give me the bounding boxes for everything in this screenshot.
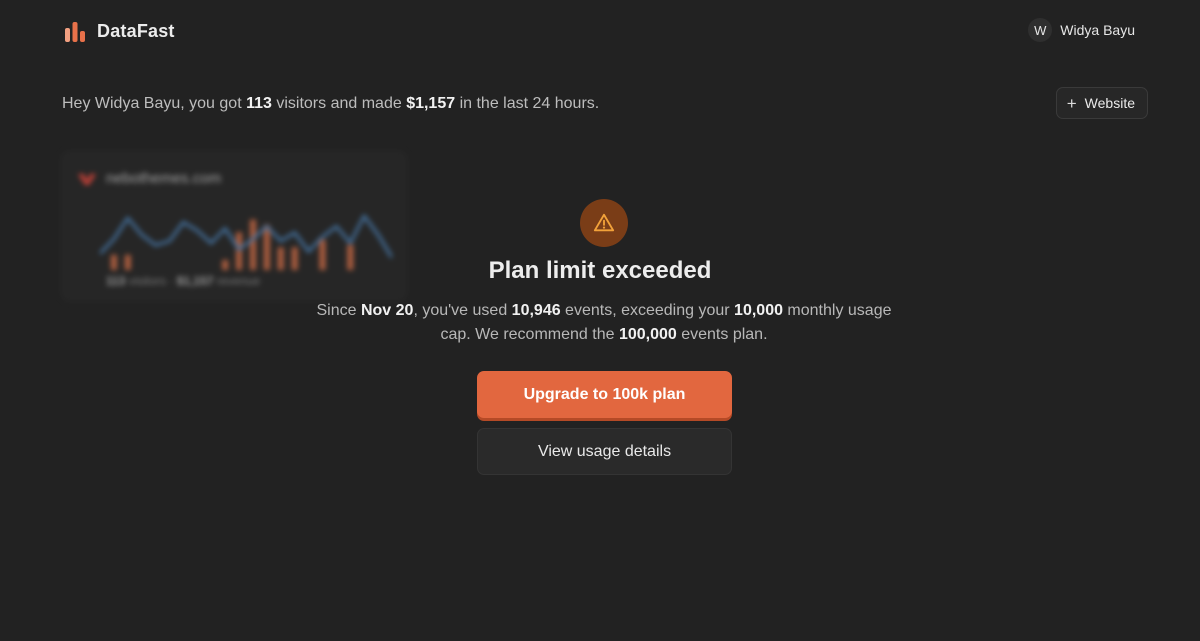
add-website-label: Website	[1084, 95, 1135, 111]
desc-text: events plan.	[676, 326, 768, 343]
desc-text: events, exceeding your	[560, 302, 735, 319]
website-card-header: nebothemes.com	[77, 170, 221, 187]
desc-text: , you've used	[413, 302, 512, 319]
user-menu[interactable]: W Widya Bayu	[1028, 18, 1135, 42]
desc-date: Nov 20	[360, 302, 414, 319]
desc-text: Since	[316, 302, 361, 319]
greeting: Hey Widya Bayu, you got 113 visitors and…	[62, 95, 599, 113]
upgrade-plan-button[interactable]: Upgrade to 100k plan	[477, 371, 732, 418]
user-name: Widya Bayu	[1060, 22, 1135, 38]
desc-events-used: 10,946	[511, 302, 561, 319]
brand-name: DataFast	[97, 20, 175, 41]
avatar: W	[1028, 18, 1053, 42]
warning-badge	[580, 199, 628, 247]
bar-chart-logo-icon	[65, 22, 85, 42]
greeting-middle: visitors and made	[271, 95, 407, 112]
greeting-suffix: in the last 24 hours.	[455, 95, 600, 112]
site-favicon-icon	[78, 173, 96, 185]
revenue-amount: $1,157	[406, 95, 456, 112]
brand[interactable]: DataFast	[63, 19, 175, 43]
add-website-button[interactable]: + Website	[1055, 87, 1148, 119]
plus-icon: +	[1066, 93, 1077, 113]
warning-triangle-icon	[593, 213, 615, 232]
view-usage-details-button[interactable]: View usage details	[477, 428, 732, 475]
desc-recommended-plan: 100,000	[618, 326, 677, 343]
modal-title: Plan limit exceeded	[488, 257, 712, 284]
greeting-prefix: Hey Widya Bayu, you got	[62, 95, 247, 112]
website-domain: nebothemes.com	[106, 170, 222, 187]
visitors-count: 113	[246, 95, 272, 112]
desc-usage-cap: 10,000	[734, 302, 783, 319]
page: DataFast W Widya Bayu Hey Widya Bayu, yo…	[0, 0, 1200, 641]
modal-description: Since Nov 20, you've used 10,946 events,…	[300, 299, 908, 347]
